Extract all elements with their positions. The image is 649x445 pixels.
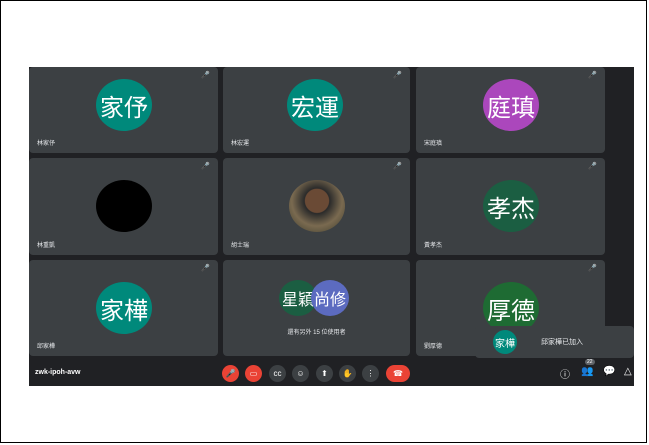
mic-off-icon: 🎤: [588, 265, 597, 272]
others-tile[interactable]: 星穎 尚修 還有另外 15 位使用者: [223, 260, 410, 356]
mic-off-icon: 🎤: [201, 265, 210, 272]
participant-name: 黃孝杰: [424, 243, 443, 249]
info-icon[interactable]: ⓘ: [560, 366, 570, 381]
avatar: 尚修: [311, 280, 349, 316]
mic-off-icon: 🎤: [201, 72, 210, 79]
participant-photo: [289, 180, 345, 232]
participant-tile[interactable]: 宏運 林宏運 🎤: [223, 67, 410, 153]
more-options-icon[interactable]: ⋮: [362, 365, 379, 382]
participant-tile[interactable]: 家樺 邱家樺 🎤: [29, 260, 218, 356]
emoji-icon[interactable]: ☺: [292, 365, 309, 382]
participant-tile[interactable]: 家伃 林家伃 🎤: [29, 67, 218, 153]
participant-count-badge: 22: [585, 359, 595, 365]
avatar-initials: 庭瑱: [487, 93, 535, 122]
present-screen-icon[interactable]: ⬆: [316, 365, 333, 382]
mic-off-icon: 🎤: [588, 72, 597, 79]
mic-off-icon: 🎤: [393, 72, 402, 79]
participant-name: 林重凱: [37, 243, 56, 249]
avatar-initials: 家樺: [100, 296, 148, 325]
avatar: 家樺: [96, 282, 152, 334]
people-icon[interactable]: 👥: [581, 366, 593, 377]
avatar-initials: 家樺: [495, 338, 515, 350]
avatar-initials: 星穎: [281, 290, 314, 309]
participant-name: 邱家樺: [37, 344, 56, 350]
end-call-icon[interactable]: ☎: [386, 365, 410, 382]
avatar-initials: 孝杰: [487, 194, 535, 223]
avatar: 庭瑱: [483, 79, 539, 131]
participant-tile[interactable]: 孝杰 黃孝杰 🎤: [416, 158, 605, 255]
participant-name: 林家伃: [37, 141, 56, 147]
meet-window: 家伃 林家伃 🎤 宏運 林宏運 🎤 庭瑱 宋庭瑱 🎤 林重凱 🎤 胡士瑞 🎤 孝…: [29, 67, 634, 386]
avatar-initials: 尚修: [313, 290, 346, 309]
raise-hand-icon[interactable]: ✋: [339, 365, 356, 382]
mic-off-icon: 🎤: [588, 163, 597, 170]
others-count-label: 還有另外 15 位使用者: [287, 330, 346, 336]
avatar-initials: 宏運: [291, 93, 339, 122]
participant-name: 林宏運: [231, 141, 250, 147]
participant-name: 劉厚德: [424, 344, 443, 350]
avatar-initials: 厚德: [487, 296, 535, 325]
join-notification-text: 邱家樺已加入: [541, 339, 583, 346]
captions-icon[interactable]: cc: [269, 365, 286, 382]
avatar: 家樺: [493, 330, 517, 354]
chat-icon[interactable]: 💬: [603, 366, 615, 377]
participant-name: 宋庭瑱: [424, 141, 443, 147]
activities-icon[interactable]: △: [624, 366, 632, 377]
avatar: [96, 180, 152, 232]
participant-tile[interactable]: 林重凱 🎤: [29, 158, 218, 255]
meeting-code: zwk-ipoh-avw: [35, 369, 81, 376]
join-notification: 家樺 邱家樺已加入: [475, 326, 634, 358]
avatar: 宏運: [287, 79, 343, 131]
avatar: 孝杰: [483, 180, 539, 232]
participant-tile[interactable]: 庭瑱 宋庭瑱 🎤: [416, 67, 605, 153]
mic-off-icon[interactable]: 🎤: [222, 365, 239, 382]
participant-tile[interactable]: 胡士瑞 🎤: [223, 158, 410, 255]
mic-off-icon: 🎤: [393, 163, 402, 170]
avatar: 家伃: [96, 79, 152, 131]
participant-name: 胡士瑞: [231, 243, 250, 249]
camera-off-icon[interactable]: ▭: [245, 365, 262, 382]
mic-off-icon: 🎤: [201, 163, 210, 170]
avatar-initials: 家伃: [100, 93, 148, 122]
